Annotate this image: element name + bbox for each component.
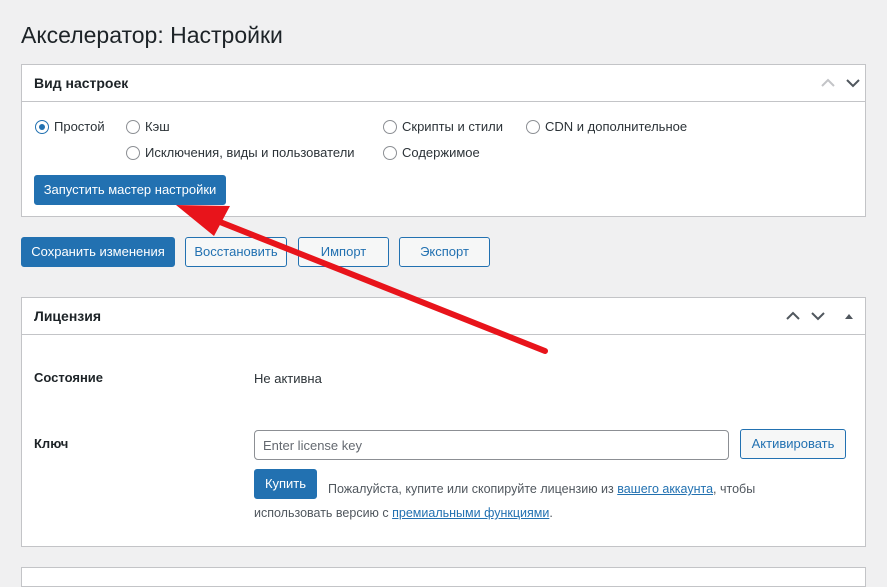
toggle-panel-icon[interactable] — [840, 307, 858, 325]
premium-features-link[interactable]: премиальными функциями — [392, 506, 549, 520]
settings-view-title: Вид настроек — [34, 75, 129, 91]
radio-cache-control[interactable] — [126, 119, 140, 134]
next-box — [21, 567, 866, 587]
desc-text-2: , чтобы — [713, 482, 756, 496]
desc-text-3: использовать версию с — [254, 506, 393, 520]
radio-scripts-styles-label: Скрипты и стили — [402, 119, 503, 134]
radio-scripts-styles[interactable]: Скрипты и стили — [383, 119, 503, 134]
page-title: Акселератор: Настройки — [21, 22, 283, 48]
radio-simple[interactable]: Простой — [35, 119, 105, 134]
license-title: Лицензия — [34, 308, 102, 324]
buy-button[interactable]: Купить — [254, 469, 317, 499]
account-link[interactable]: вашего аккаунта — [617, 482, 713, 496]
radio-cdn-label: CDN и дополнительное — [545, 119, 688, 134]
radio-exclusions[interactable]: Исключения, виды и пользователи — [126, 145, 355, 160]
radio-cache[interactable]: Кэш — [126, 119, 170, 134]
key-label: Ключ — [34, 436, 69, 451]
import-button[interactable]: Импорт — [298, 237, 389, 267]
move-up-icon[interactable] — [819, 74, 837, 92]
radio-cache-label: Кэш — [145, 119, 170, 134]
run-wizard-button[interactable]: Запустить мастер настройки — [34, 175, 226, 205]
radio-content-control[interactable] — [383, 145, 397, 160]
radio-simple-control[interactable] — [35, 119, 49, 134]
restore-button[interactable]: Восстановить — [185, 237, 287, 267]
settings-view-box: Вид настроек Простой Кэш Скрипты и стили… — [21, 64, 866, 217]
license-key-input[interactable] — [254, 430, 729, 460]
settings-view-header: Вид настроек — [22, 65, 865, 102]
license-box: Лицензия Состояние Не активна Ключ Актив… — [21, 297, 866, 547]
desc-text-4: . — [549, 506, 553, 520]
desc-text-1: Пожалуйста, купите или скопируйте лиценз… — [328, 482, 618, 496]
radio-exclusions-control[interactable] — [126, 145, 140, 160]
save-changes-button[interactable]: Сохранить изменения — [21, 237, 175, 267]
radio-content[interactable]: Содержимое — [383, 145, 480, 160]
license-header: Лицензия — [22, 298, 865, 335]
radio-content-label: Содержимое — [402, 145, 480, 160]
activate-button[interactable]: Активировать — [740, 429, 846, 459]
move-up-icon[interactable] — [784, 307, 802, 325]
radio-scripts-styles-control[interactable] — [383, 119, 397, 134]
radio-simple-label: Простой — [54, 119, 105, 134]
license-description: Пожалуйста, купите или скопируйте лиценз… — [328, 477, 798, 501]
move-down-icon[interactable] — [809, 307, 827, 325]
status-label: Состояние — [34, 370, 104, 385]
status-value: Не активна — [254, 371, 322, 386]
radio-cdn-control[interactable] — [526, 119, 540, 134]
radio-cdn[interactable]: CDN и дополнительное — [526, 119, 687, 134]
export-button[interactable]: Экспорт — [399, 237, 490, 267]
radio-exclusions-label: Исключения, виды и пользователи — [145, 145, 355, 160]
license-description-line2: использовать версию с премиальными функц… — [254, 501, 553, 525]
move-down-icon[interactable] — [844, 74, 862, 92]
